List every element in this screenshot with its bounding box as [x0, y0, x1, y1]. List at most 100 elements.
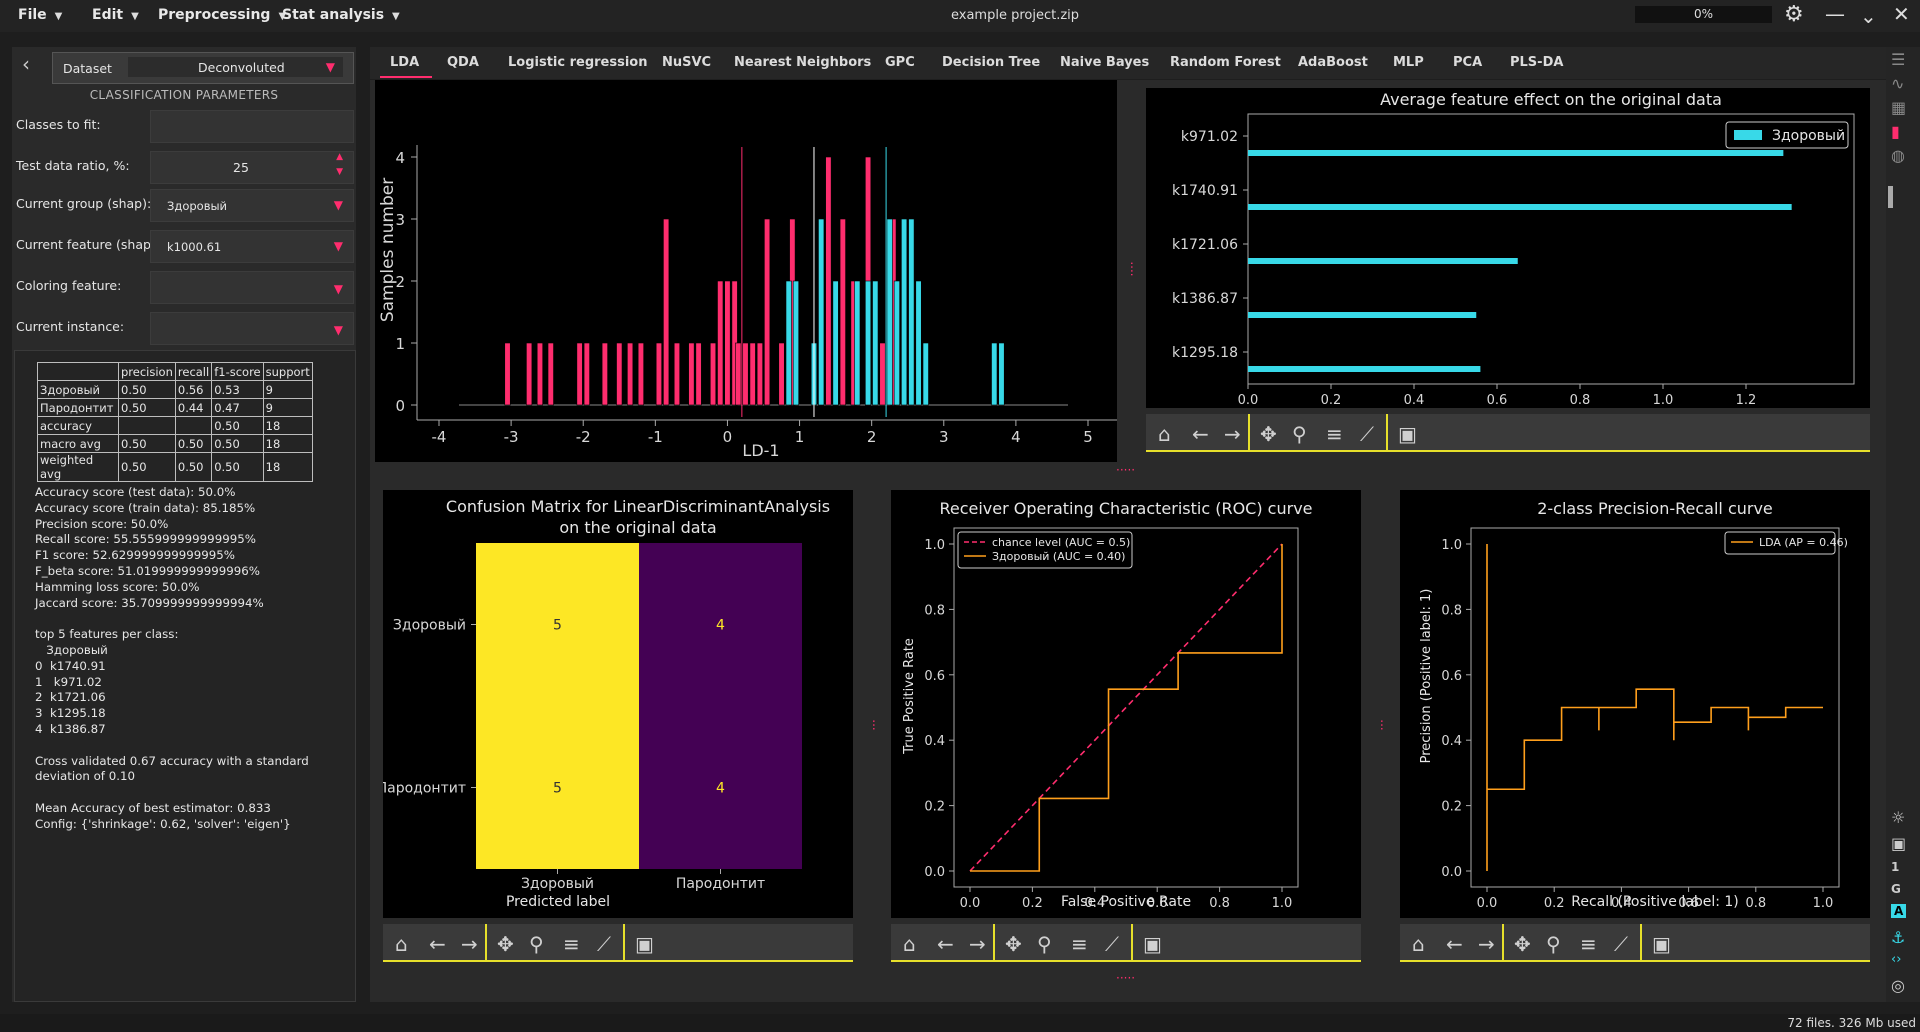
x-tick-label: Пародонтит [676, 876, 765, 892]
stats-icon[interactable]: ▮ [1891, 122, 1900, 141]
roc-curve-plot[interactable]: Receiver Operating Characteristic (ROC) … [891, 490, 1361, 918]
current-instance-select[interactable]: ▼ [150, 312, 354, 345]
results-text-area[interactable]: precision recall f1-score support Здоровый 0… [14, 350, 356, 1002]
chart-icon[interactable]: ∿ [1891, 74, 1904, 93]
toolbar-separator [1640, 924, 1642, 960]
edit-axis-icon[interactable]: ⟋ [1614, 932, 1628, 956]
home-icon[interactable]: ⌂ [395, 932, 408, 956]
feature-effect-svg: Average feature effect on the original d… [1172, 90, 1855, 408]
back-arrow-icon[interactable]: ← [429, 932, 446, 956]
back-arrow-icon[interactable]: ← [1446, 932, 1463, 956]
minimize-icon[interactable]: — [1825, 2, 1845, 26]
pan-icon[interactable]: ✥ [1514, 932, 1531, 956]
feature-bar [1248, 204, 1792, 210]
home-icon[interactable]: ⌂ [1158, 422, 1171, 446]
confusion-matrix-plot[interactable]: Confusion Matrix for LinearDiscriminantA… [377, 490, 853, 918]
zoom-icon[interactable]: ⚲ [1546, 932, 1561, 956]
x-tick-label: 0.8 [1209, 896, 1230, 911]
code-icon[interactable]: ‹› [1891, 952, 1901, 967]
current-group-select[interactable]: Здоровый ▼ [150, 189, 354, 222]
tab-nearest-neighbors[interactable]: Nearest Neighbors [734, 55, 871, 70]
zoom-icon[interactable]: ⚲ [529, 932, 544, 956]
anchor-icon[interactable]: ⚓ [1891, 928, 1905, 947]
configure-icon[interactable]: ≡ [1580, 932, 1597, 956]
tab-qda[interactable]: QDA [447, 55, 479, 70]
save-icon[interactable]: ▣ [1398, 422, 1417, 446]
one-icon[interactable]: 1 [1891, 860, 1899, 874]
back-arrow-icon[interactable]: ← [1192, 422, 1209, 446]
menu-icon[interactable]: ☰ [1891, 50, 1905, 69]
test-ratio-spinbox[interactable]: 25 ▲ ▼ [150, 151, 354, 184]
splitter-handle[interactable]: ··· [1375, 719, 1389, 730]
y-tick-label: 0.0 [924, 865, 945, 880]
spin-down-icon[interactable]: ▼ [336, 167, 343, 177]
tab-pls-da[interactable]: PLS-DA [1510, 55, 1563, 70]
forward-arrow-icon[interactable]: → [969, 932, 986, 956]
home-icon[interactable]: ⌂ [903, 932, 916, 956]
pan-icon[interactable]: ✥ [1005, 932, 1022, 956]
spin-up-icon[interactable]: ▲ [336, 152, 343, 162]
dataset-value: Deconvoluted [198, 60, 285, 75]
pan-icon[interactable]: ✥ [497, 932, 514, 956]
table-icon[interactable]: ▦ [1891, 98, 1906, 117]
splitter-handle[interactable]: ····· [1116, 971, 1135, 985]
archive-icon[interactable]: ▣ [1891, 834, 1906, 853]
histogram-bar [673, 342, 681, 406]
tab-nusvc[interactable]: NuSVC [662, 55, 711, 70]
forward-arrow-icon[interactable]: → [1224, 422, 1241, 446]
save-icon[interactable]: ▣ [1652, 932, 1671, 956]
tab-logistic-regression[interactable]: Logistic regression [508, 55, 648, 70]
precision-recall-plot[interactable]: 2-class Precision-Recall curve 0.0 0.0 0.2… [1400, 490, 1870, 918]
close-icon[interactable]: ✕ [1893, 2, 1910, 26]
configure-icon[interactable]: ≡ [1071, 932, 1088, 956]
home-icon[interactable]: ⌂ [1412, 932, 1425, 956]
configure-icon[interactable]: ≡ [1326, 422, 1343, 446]
g-icon[interactable]: G [1891, 882, 1901, 896]
lda-histogram-plot[interactable]: -4 -3 -2 -1 0 1 2 3 4 5 0 1 2 3 4 LD-1 Samples number [375, 80, 1117, 462]
back-arrow-icon[interactable]: ‹ [22, 52, 30, 76]
toolbar-separator [1386, 414, 1388, 450]
x-axis-label: Predicted label [506, 894, 610, 910]
legend-label: LDA (AP = 0.46) [1759, 536, 1848, 549]
tab-mlp[interactable]: MLP [1393, 55, 1424, 70]
edit-axis-icon[interactable]: ⟋ [597, 932, 611, 956]
tab-gpc[interactable]: GPC [885, 55, 915, 70]
classes-to-fit-field[interactable] [150, 110, 354, 143]
param-label: Test data ratio, %: [16, 158, 130, 173]
tab-random-forest[interactable]: Random Forest [1170, 55, 1281, 70]
maximize-icon[interactable]: ⌄ [1860, 4, 1877, 28]
splitter-handle[interactable]: ··· [867, 719, 881, 730]
edit-axis-icon[interactable]: ⟋ [1105, 932, 1119, 956]
zoom-icon[interactable]: ⚲ [1037, 932, 1052, 956]
y-tick-label: 1 [395, 335, 405, 353]
save-icon[interactable]: ▣ [1143, 932, 1162, 956]
tab-adaboost[interactable]: AdaBoost [1298, 55, 1368, 70]
histogram-bar [778, 342, 785, 406]
scrollbar-thumb[interactable] [1888, 186, 1893, 208]
coloring-feature-select[interactable]: ▼ [150, 271, 354, 304]
tab-decision-tree[interactable]: Decision Tree [942, 55, 1040, 70]
configure-icon[interactable]: ≡ [563, 932, 580, 956]
histogram-bar [695, 342, 702, 406]
dataset-icon[interactable]: ◍ [1891, 146, 1905, 165]
feature-effect-plot[interactable]: Average feature effect on the original d… [1146, 88, 1870, 408]
tab-naive-bayes[interactable]: Naive Bayes [1060, 55, 1149, 70]
zoom-icon[interactable]: ⚲ [1292, 422, 1307, 446]
back-arrow-icon[interactable]: ← [937, 932, 954, 956]
dataset-selector[interactable]: Dataset Deconvoluted ▼ [52, 52, 354, 84]
splitter-handle[interactable]: ···· [1125, 261, 1139, 276]
pan-icon[interactable]: ✥ [1260, 422, 1277, 446]
target-icon[interactable]: ◎ [1891, 976, 1905, 995]
tab-lda[interactable]: LDA [390, 55, 419, 70]
a-icon[interactable]: A [1891, 904, 1907, 918]
dataset-label: Dataset [63, 61, 112, 76]
tab-pca[interactable]: PCA [1453, 55, 1482, 70]
sun-icon[interactable]: ☼ [1891, 808, 1905, 827]
gear-icon[interactable]: ⚙ [1784, 2, 1804, 27]
forward-arrow-icon[interactable]: → [1478, 932, 1495, 956]
save-icon[interactable]: ▣ [635, 932, 654, 956]
current-feature-select[interactable]: k1000.61 ▼ [150, 230, 354, 263]
edit-axis-icon[interactable]: ⟋ [1360, 422, 1374, 446]
forward-arrow-icon[interactable]: → [461, 932, 478, 956]
splitter-handle[interactable]: ····· [1116, 463, 1135, 477]
